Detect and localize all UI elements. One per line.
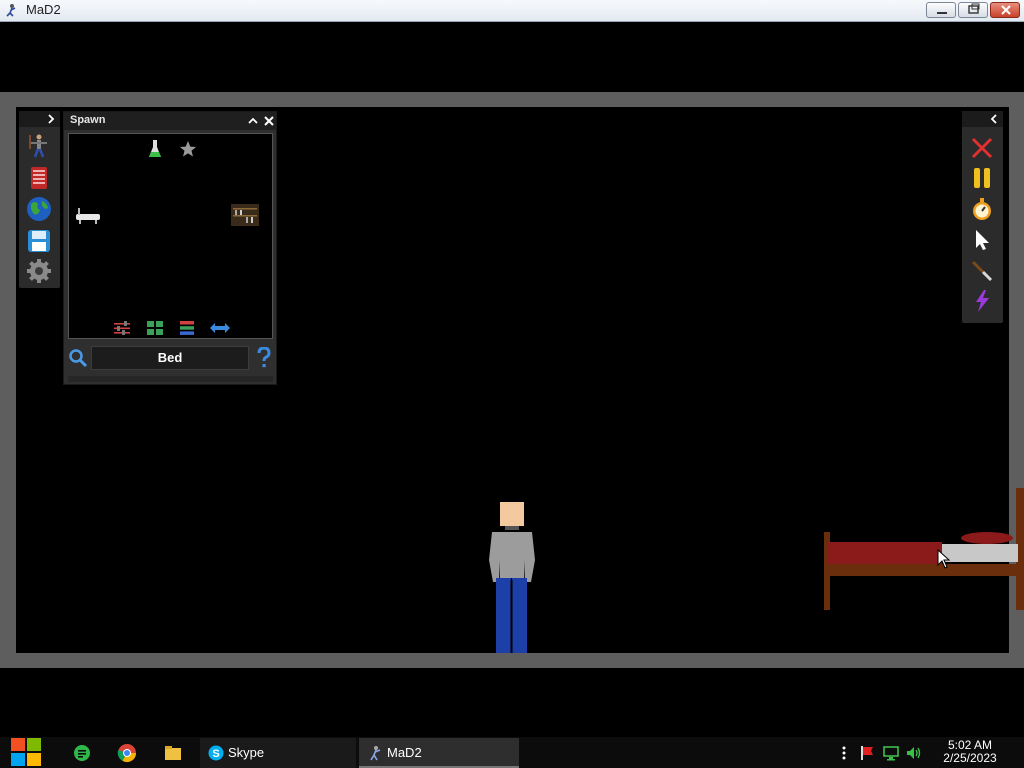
mad2-icon [370, 746, 381, 761]
ragdoll-character[interactable] [477, 500, 547, 653]
ragdoll-left-leg [496, 578, 511, 653]
collapse-arrow-icon[interactable] [989, 114, 999, 124]
globe-icon[interactable] [26, 196, 52, 222]
red-flag-icon[interactable] [859, 745, 875, 761]
mad2-app-icon [6, 4, 16, 17]
bed-object[interactable] [822, 488, 1024, 612]
window-titlebar: MaD2 [0, 0, 1024, 22]
clock-date: 2/25/2023 [943, 751, 997, 765]
pointer-cursor-icon[interactable] [970, 228, 994, 252]
bed-blanket [828, 542, 942, 564]
spawn-item-grid [68, 133, 273, 339]
book-icon[interactable] [26, 165, 52, 191]
ragdoll-neck [505, 526, 519, 530]
collapse-chevron-icon[interactable] [246, 114, 260, 128]
spawn-panel-header[interactable]: Spawn [64, 112, 276, 130]
spawn-search-input[interactable]: Bed [91, 346, 249, 370]
chat-app-icon[interactable] [72, 743, 92, 763]
close-panel-icon[interactable] [262, 114, 276, 128]
save-disk-icon[interactable] [26, 228, 52, 254]
bathtub-icon[interactable] [75, 206, 101, 226]
taskbar: S Skype MaD2 [0, 737, 1024, 768]
close-window-button[interactable] [990, 2, 1020, 18]
pause-icon[interactable] [970, 166, 994, 190]
swap-arrows-icon[interactable] [209, 321, 231, 335]
overflow-dots-icon[interactable] [836, 745, 852, 761]
windows-start-icon[interactable] [10, 737, 44, 768]
flask-icon[interactable] [147, 139, 163, 159]
list-view-icon[interactable] [179, 320, 195, 336]
svg-text:S: S [212, 748, 219, 760]
bed-pillow [961, 532, 1013, 544]
right-toolbar [962, 111, 1003, 323]
taskbar-app-label: MaD2 [387, 745, 422, 760]
spawn-panel-footer [68, 376, 273, 382]
left-toolbar-header [19, 111, 60, 127]
furniture-shelf-icon[interactable] [231, 204, 259, 226]
taskbar-clock[interactable]: 5:02 AM 2/25/2023 [936, 739, 1004, 765]
filter-sliders-icon[interactable] [113, 320, 131, 336]
search-magnifier-icon[interactable] [68, 348, 88, 368]
spawn-panel: Spawn Bed [63, 111, 277, 385]
grid-view-icon[interactable] [146, 320, 164, 336]
help-question-icon[interactable] [256, 347, 272, 369]
bed-sheet [942, 544, 1018, 562]
spawn-panel-title: Spawn [70, 114, 106, 126]
window-title: MaD2 [26, 2, 61, 17]
star-favorites-icon[interactable] [179, 140, 197, 158]
expand-arrow-icon[interactable] [46, 114, 56, 124]
file-explorer-icon[interactable] [163, 743, 183, 763]
network-icon[interactable] [883, 745, 899, 761]
delete-x-icon[interactable] [970, 136, 994, 160]
minimize-button[interactable] [926, 2, 956, 18]
ragdoll-tool-icon[interactable] [26, 133, 52, 159]
settings-gear-icon[interactable] [26, 258, 52, 284]
lightning-bolt-icon[interactable] [970, 289, 994, 313]
spawn-search-row: Bed [66, 344, 274, 372]
right-toolbar-header [962, 111, 1003, 127]
taskbar-app-skype[interactable]: S Skype [200, 738, 356, 768]
knife-tool-icon[interactable] [970, 259, 994, 283]
bed-frame [828, 564, 1018, 576]
speaker-volume-icon[interactable] [906, 745, 922, 761]
skype-icon: S [208, 745, 224, 761]
ragdoll-right-leg [512, 578, 527, 653]
taskbar-app-mad2[interactable]: MaD2 [359, 738, 519, 768]
left-toolbar [19, 111, 60, 288]
mouse-cursor-icon [937, 549, 951, 569]
maximize-button[interactable] [958, 2, 988, 18]
ragdoll-head [500, 502, 524, 526]
stopwatch-icon[interactable] [970, 197, 994, 221]
taskbar-app-label: Skype [228, 745, 265, 760]
chrome-icon[interactable] [117, 743, 137, 763]
ragdoll-torso [489, 532, 535, 582]
